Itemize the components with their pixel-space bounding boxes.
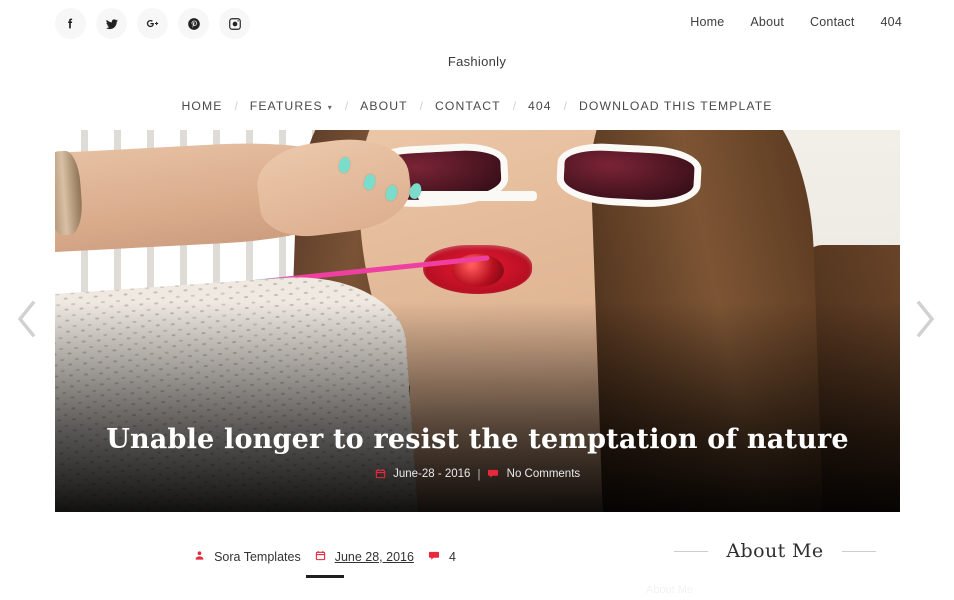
sidebar: About Me About Me: [640, 540, 910, 596]
topnav-item-404[interactable]: 404: [881, 15, 902, 29]
mainnav-label: ABOUT: [360, 99, 408, 113]
post-title-divider: [306, 575, 344, 578]
about-me-widget-subtext: About Me: [646, 584, 694, 596]
post-meta-row: Sora Templates June 28, 2016 4: [55, 550, 595, 564]
about-me-widget-title: About Me: [640, 540, 910, 562]
mainnav-label: FEATURES: [249, 99, 323, 113]
title-rule-left: [674, 550, 709, 552]
mainnav-label: HOME: [181, 99, 223, 113]
post-author[interactable]: Sora Templates: [194, 550, 301, 564]
topnav-item-about[interactable]: About: [750, 15, 784, 29]
meta-divider: |: [477, 469, 481, 481]
mainnav-label: 404: [528, 99, 552, 113]
mainnav-item-features[interactable]: FEATURES ▾: [238, 99, 345, 113]
facebook-icon[interactable]: [55, 8, 86, 39]
slider-prev-button[interactable]: [4, 296, 50, 342]
calendar-icon: [375, 468, 386, 482]
calendar-icon: [315, 550, 326, 564]
top-navigation: Home About Contact 404: [690, 15, 902, 29]
mainnav-label: DOWNLOAD THIS TEMPLATE: [579, 99, 773, 113]
page-root: Home About Contact 404 Fashionly HOME / …: [0, 0, 954, 600]
widget-title-text: About Me: [726, 540, 824, 562]
pinterest-icon[interactable]: [178, 8, 209, 39]
mainnav-label: CONTACT: [434, 99, 501, 113]
slide-meta: June-28 - 2016 | No Comments: [55, 468, 900, 482]
topnav-item-home[interactable]: Home: [690, 15, 724, 29]
user-icon: [194, 550, 205, 564]
post-comment-count: 4: [448, 550, 456, 564]
featured-slider[interactable]: Unable longer to resist the temptation o…: [55, 130, 900, 512]
chevron-left-icon: [17, 300, 36, 338]
comment-icon: [487, 468, 499, 482]
title-rule-right: [841, 550, 876, 552]
twitter-icon[interactable]: [96, 8, 127, 39]
slide-date-text: June-28 - 2016: [393, 468, 471, 480]
mainnav-item-about[interactable]: ABOUT: [348, 99, 419, 113]
slide-caption: Unable longer to resist the temptation o…: [55, 424, 900, 482]
comment-icon: [428, 550, 440, 564]
post-date-text[interactable]: June 28, 2016: [335, 550, 414, 564]
slide-comments-text: No Comments: [506, 468, 581, 480]
post-author-name: Sora Templates: [214, 550, 301, 564]
slider-next-button[interactable]: [902, 296, 948, 342]
mainnav-item-download-this-template[interactable]: DOWNLOAD THIS TEMPLATE: [567, 99, 785, 113]
chevron-down-icon: ▾: [327, 102, 333, 112]
post-date[interactable]: June 28, 2016: [315, 550, 414, 564]
slide-date: June-28 - 2016: [375, 468, 471, 482]
mainnav-item-home[interactable]: HOME: [169, 99, 234, 113]
slide-comments[interactable]: No Comments: [487, 468, 580, 482]
post-comments[interactable]: 4: [428, 550, 456, 564]
chevron-right-icon: [916, 300, 935, 338]
instagram-icon[interactable]: [219, 8, 250, 39]
googleplus-icon[interactable]: [137, 8, 168, 39]
mainnav-item-404[interactable]: 404: [516, 99, 564, 113]
social-links: [55, 8, 250, 39]
post-meta: Sora Templates June 28, 2016 4: [55, 550, 595, 578]
site-title: Fashionly: [447, 54, 507, 69]
topnav-item-contact[interactable]: Contact: [810, 15, 854, 29]
slide-headline[interactable]: Unable longer to resist the temptation o…: [55, 424, 900, 455]
main-navigation: HOME / FEATURES ▾ / ABOUT / CONTACT / 404…: [0, 99, 954, 113]
mainnav-item-contact[interactable]: CONTACT: [423, 99, 513, 113]
top-bar: Home About Contact 404: [0, 0, 954, 48]
